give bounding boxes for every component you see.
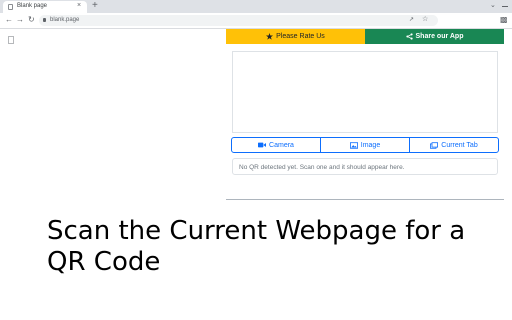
browser-toolbar: ← → ↻ blank.page ↗ ☆ ▩: [0, 13, 512, 29]
share-icon[interactable]: ↗: [409, 16, 414, 23]
scan-result-text: No QR detected yet. Scan one and it shou…: [239, 164, 405, 171]
lock-icon: [43, 18, 46, 22]
extensions-icon[interactable]: ▩: [500, 15, 508, 24]
tab-icon: [430, 141, 439, 149]
video-camera-icon: [258, 142, 267, 148]
address-bar[interactable]: blank.page ↗ ☆: [39, 15, 438, 26]
forward-arrow-icon[interactable]: →: [16, 15, 24, 25]
rate-us-button[interactable]: Please Rate Us: [226, 29, 365, 44]
share-app-label: Share our App: [415, 33, 464, 40]
tab-strip: Blank page × + ⌄: [0, 0, 512, 13]
star-icon: [266, 33, 274, 40]
page-icon: [8, 36, 14, 44]
tab-blank-page[interactable]: Blank page ×: [3, 1, 87, 13]
page-icon: [8, 4, 13, 10]
back-arrow-icon[interactable]: ←: [5, 15, 13, 25]
image-label: Image: [360, 141, 381, 149]
share-app-button[interactable]: Share our App: [365, 29, 504, 44]
scan-mode-group: Camera Image Current Tab: [231, 137, 499, 153]
camera-preview: [232, 51, 498, 133]
tab-title: Blank page: [17, 3, 48, 9]
plus-icon[interactable]: +: [92, 0, 98, 12]
chevron-down-icon[interactable]: ⌄: [490, 1, 496, 9]
camera-label: Camera: [269, 141, 294, 149]
promo-headline: Scan the Current Webpage for a QR Code: [47, 216, 466, 277]
current-tab-label: Current Tab: [441, 141, 478, 149]
divider: [226, 199, 504, 200]
close-icon[interactable]: ×: [77, 2, 81, 9]
camera-button[interactable]: Camera: [232, 138, 321, 152]
rate-us-label: Please Rate Us: [276, 33, 325, 40]
url-text: blank.page: [50, 17, 80, 23]
reload-icon[interactable]: ↻: [28, 15, 35, 25]
image-button[interactable]: Image: [321, 138, 410, 152]
image-icon: [349, 141, 358, 149]
current-tab-button[interactable]: Current Tab: [410, 138, 498, 152]
scan-result-box: No QR detected yet. Scan one and it shou…: [232, 158, 498, 175]
star-icon[interactable]: ☆: [422, 15, 428, 23]
share-icon: [405, 33, 413, 40]
minimize-icon[interactable]: [502, 6, 508, 7]
